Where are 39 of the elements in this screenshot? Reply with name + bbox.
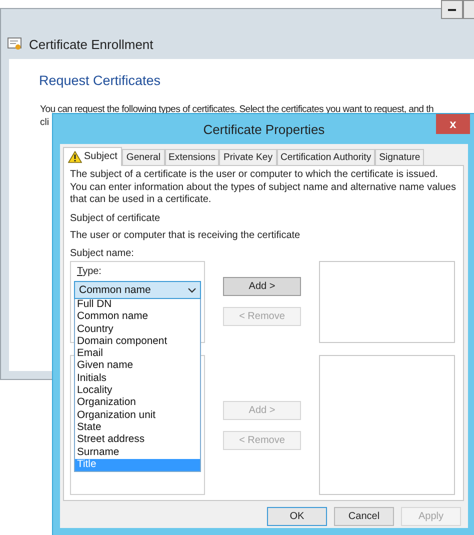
- list-button[interactable]: Add >: [223, 277, 301, 296]
- subject-name-label: Subject name:: [70, 248, 135, 260]
- dropdown-option[interactable]: Organization unit: [75, 410, 200, 422]
- tab[interactable]: Subject: [63, 147, 122, 166]
- tab[interactable]: Private Key: [219, 149, 276, 165]
- certificate-icon: [7, 37, 23, 51]
- dropdown-option[interactable]: State: [75, 422, 200, 434]
- description-text: You can request the following types of certificates. Select the certificates you want to request, and th: [40, 104, 434, 115]
- dropdown-option[interactable]: Country: [75, 324, 200, 336]
- tab[interactable]: Extensions: [164, 149, 220, 165]
- dropdown-option[interactable]: Full DN: [75, 299, 200, 312]
- type-label: Type:: [76, 265, 102, 277]
- tab[interactable]: Certification Authority: [276, 149, 376, 165]
- dialog-button[interactable]: OK: [267, 507, 327, 526]
- dialog-button[interactable]: Cancel: [334, 507, 394, 526]
- section-heading: Subject of certificate: [70, 212, 162, 225]
- dialog-title: Certificate Properties: [203, 122, 325, 136]
- alternative-name-list[interactable]: [319, 355, 455, 495]
- dropdown-option[interactable]: Email: [75, 348, 200, 360]
- dropdown-option[interactable]: Street address: [75, 434, 200, 447]
- type-dropdown[interactable]: Common name: [74, 281, 201, 299]
- page-heading: Request Certificates: [39, 73, 161, 88]
- dropdown-option[interactable]: Organization: [75, 397, 200, 410]
- dropdown-option[interactable]: Initials: [75, 372, 200, 386]
- subject-list[interactable]: [319, 261, 455, 343]
- dropdown-option[interactable]: Common name: [75, 311, 200, 324]
- chevron-down-icon: [188, 288, 196, 292]
- dropdown-option[interactable]: Locality: [75, 385, 200, 398]
- window-title: Certificate Enrollment: [29, 36, 154, 52]
- intro-text: The subject of a certificate is the user or computer to which the certificate is issued. You can enter information about the types of subject name and alternative name values that can be used in a certificate.: [70, 169, 457, 206]
- section-description: The user or computer that is receiving the certificate: [70, 230, 302, 242]
- description-text: cli: [40, 117, 50, 128]
- dropdown-option[interactable]: Given name: [75, 360, 200, 373]
- dropdown-option[interactable]: Domain component: [75, 336, 200, 348]
- tab[interactable]: General: [122, 149, 164, 165]
- tab[interactable]: Signature: [375, 149, 424, 165]
- close-button[interactable]: x: [436, 114, 470, 134]
- minimize-button[interactable]: [441, 0, 463, 19]
- dropdown-option[interactable]: Surname: [75, 446, 200, 459]
